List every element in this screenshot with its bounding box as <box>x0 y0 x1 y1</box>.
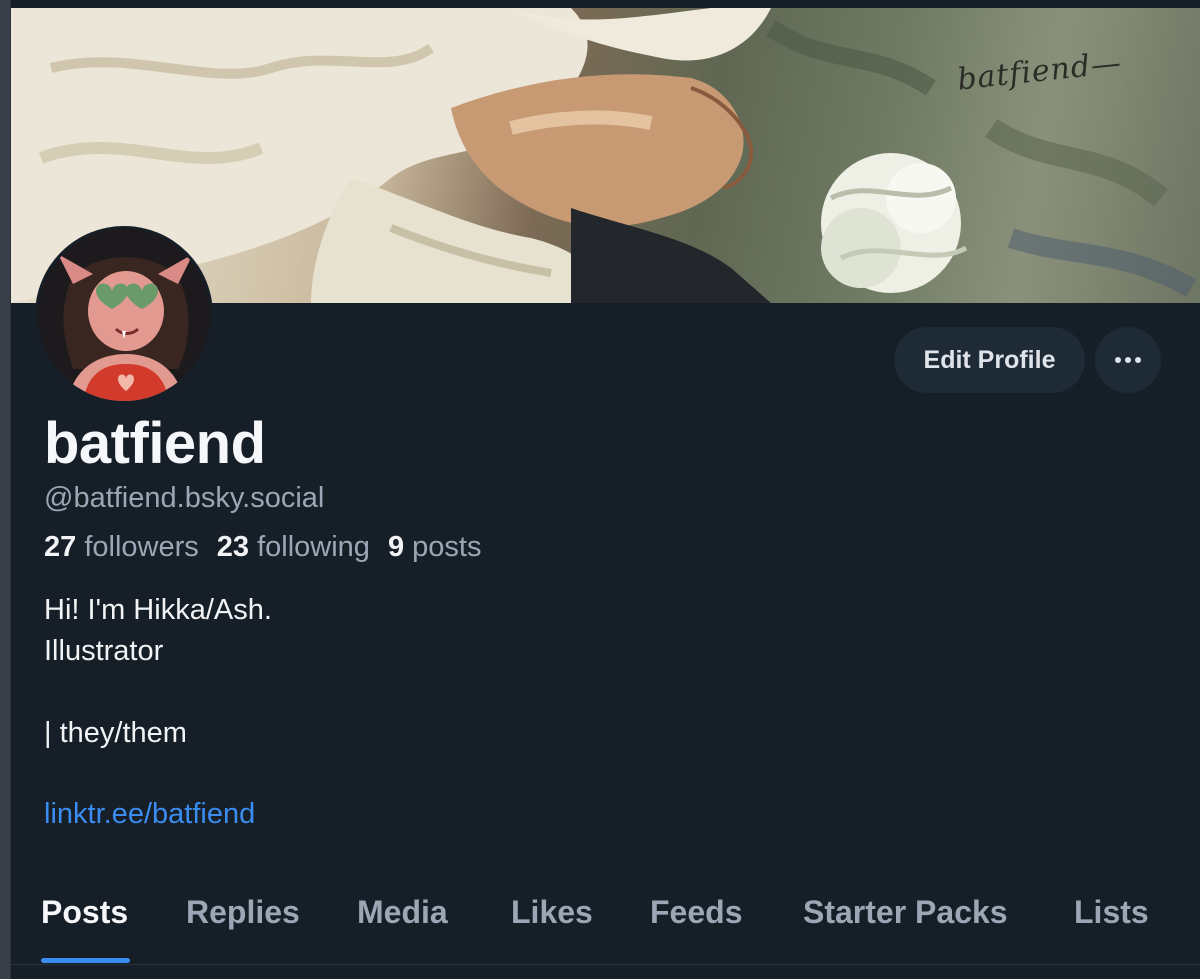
ellipsis-icon <box>1115 357 1141 363</box>
display-name: batfiend <box>44 411 266 476</box>
edit-profile-button[interactable]: Edit Profile <box>894 327 1085 393</box>
tab-starter-packs[interactable]: Starter Packs <box>803 894 1008 931</box>
profile-stats: 27 followers 23 following 9 posts <box>44 531 481 564</box>
avatar-image <box>38 229 210 401</box>
tab-feeds[interactable]: Feeds <box>650 894 742 931</box>
bio-line <box>44 754 844 795</box>
bio-line: Illustrator <box>44 635 164 667</box>
profile-page: batfiend— Edit Profile batfiend @batfien… <box>10 0 1200 979</box>
profile-link[interactable]: linktr.ee/batfiend <box>44 798 255 831</box>
bio-line <box>44 672 844 713</box>
more-options-button[interactable] <box>1095 327 1161 393</box>
posts-stat: 9 posts <box>388 531 482 564</box>
profile-bio: Hi! I'm Hikka/Ash. Illustrator | they/th… <box>44 590 844 795</box>
tab-likes[interactable]: Likes <box>511 894 593 931</box>
bio-line: | they/them <box>44 717 187 749</box>
profile-tabs: Posts Replies Media Likes Feeds Starter … <box>11 878 1200 965</box>
bio-line: Hi! I'm Hikka/Ash. <box>44 594 272 626</box>
tab-posts[interactable]: Posts <box>41 894 128 931</box>
followers-label: followers <box>84 531 199 563</box>
posts-label: posts <box>412 531 482 563</box>
profile-handle: @batfiend.bsky.social <box>44 482 325 514</box>
active-tab-indicator <box>41 958 130 963</box>
following-count: 23 <box>216 531 250 563</box>
tab-media[interactable]: Media <box>357 894 448 931</box>
following-label: following <box>257 531 370 563</box>
tab-replies[interactable]: Replies <box>186 894 300 931</box>
tab-lists[interactable]: Lists <box>1074 894 1149 931</box>
avatar[interactable] <box>35 226 213 404</box>
followers-stat[interactable]: 27 followers <box>44 531 199 564</box>
following-stat[interactable]: 23 following <box>217 531 370 564</box>
followers-count: 27 <box>44 531 77 563</box>
posts-count: 9 <box>387 531 405 563</box>
